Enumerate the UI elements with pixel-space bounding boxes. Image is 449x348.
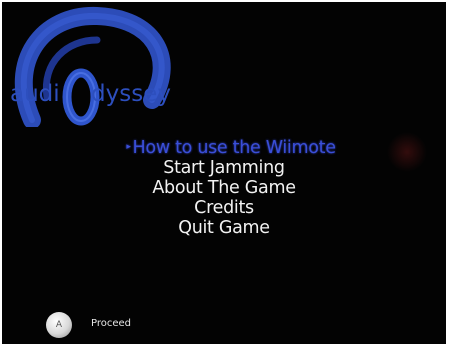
game-screen: audi dyssey ▸ How to use the Wiimote Star…: [2, 2, 446, 344]
logo-text-dyssey: dyssey: [91, 81, 171, 107]
main-menu: ▸ How to use the Wiimote Start Jamming Ab…: [2, 138, 446, 238]
headphones-o-icon: [14, 6, 171, 127]
menu-item-how-to-use-wiimote[interactable]: ▸ How to use the Wiimote: [9, 138, 446, 158]
menu-item-about-the-game[interactable]: About The Game: [2, 178, 446, 198]
logo-text-audi: audi: [10, 81, 60, 107]
selection-arrow-icon: ▸: [126, 142, 131, 152]
a-button-icon[interactable]: A: [46, 312, 72, 338]
audiodyssey-logo: audi dyssey: [2, 2, 202, 127]
menu-item-credits[interactable]: Credits: [2, 198, 446, 218]
menu-item-quit-game[interactable]: Quit Game: [2, 218, 446, 238]
proceed-label: Proceed: [91, 318, 132, 329]
menu-item-label: How to use the Wiimote: [132, 138, 336, 158]
menu-item-start-jamming[interactable]: Start Jamming: [2, 158, 446, 178]
